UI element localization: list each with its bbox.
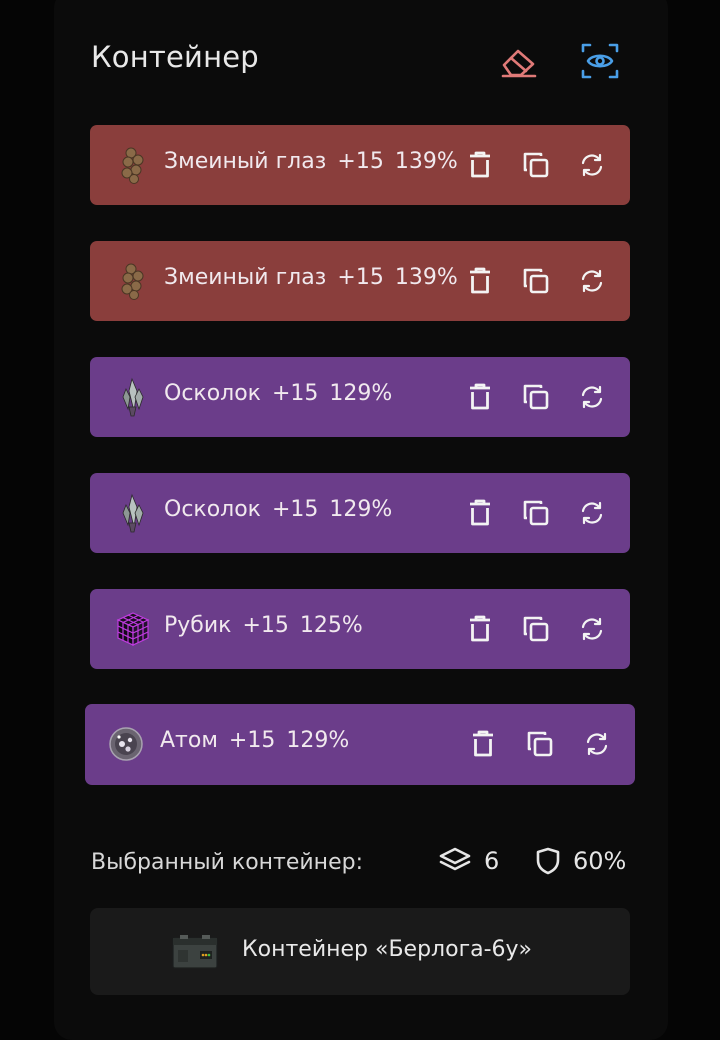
duplicate-button[interactable] xyxy=(518,379,554,415)
item-name: Змеиный глаз xyxy=(164,149,327,174)
atom-icon xyxy=(109,727,143,761)
toggle-visibility-button[interactable] xyxy=(579,40,621,82)
eraser-icon xyxy=(501,49,537,78)
delete-button[interactable] xyxy=(462,611,498,647)
delete-button[interactable] xyxy=(462,263,498,299)
list-item[interactable]: Осколок +15 129% xyxy=(90,473,630,553)
item-percent: 129% xyxy=(286,728,350,753)
list-item[interactable]: Рубик +15 125% xyxy=(90,589,630,669)
copy-icon xyxy=(523,268,549,294)
item-name: Рубик xyxy=(164,613,232,638)
item-level: +15 xyxy=(271,497,319,522)
delete-button[interactable] xyxy=(462,495,498,531)
item-percent: 139% xyxy=(394,265,458,290)
copy-icon xyxy=(527,731,553,757)
container-name: Контейнер «Берлога-6у» xyxy=(242,937,533,962)
cube-icon xyxy=(116,612,150,646)
item-name: Атом xyxy=(160,728,218,753)
shield-icon xyxy=(536,847,560,875)
item-level: +15 xyxy=(337,149,384,174)
list-item[interactable]: Атом +15 129% xyxy=(85,704,635,785)
trash-icon xyxy=(473,730,493,757)
duplicate-button[interactable] xyxy=(522,726,558,762)
list-item[interactable]: Змеиный глаз +15 139% xyxy=(90,241,630,321)
page-title: Контейнер xyxy=(91,40,259,74)
container-box-icon xyxy=(172,935,218,969)
swap-icon xyxy=(581,501,603,525)
snake-eye-icon xyxy=(121,147,144,184)
swap-icon xyxy=(581,617,603,641)
shard-icon xyxy=(122,493,144,533)
replace-button[interactable] xyxy=(574,263,610,299)
item-level: +15 xyxy=(228,728,276,753)
list-item[interactable]: Змеиный глаз +15 139% xyxy=(90,125,630,205)
copy-icon xyxy=(523,616,549,642)
item-level: +15 xyxy=(271,381,319,406)
protection-stat: 60% xyxy=(535,846,626,876)
item-level: +15 xyxy=(242,613,289,638)
clear-button[interactable] xyxy=(498,40,540,82)
item-name: Осколок xyxy=(164,497,261,522)
duplicate-button[interactable] xyxy=(518,611,554,647)
item-percent: 125% xyxy=(299,613,363,638)
replace-button[interactable] xyxy=(574,611,610,647)
list-item[interactable]: Осколок +15 129% xyxy=(90,357,630,437)
shard-icon xyxy=(122,377,144,417)
swap-icon xyxy=(581,385,603,409)
copy-icon xyxy=(523,152,549,178)
copy-icon xyxy=(523,500,549,526)
trash-icon xyxy=(470,151,490,178)
protection-value: 60% xyxy=(573,847,627,875)
replace-button[interactable] xyxy=(574,147,610,183)
duplicate-button[interactable] xyxy=(518,263,554,299)
trash-icon xyxy=(470,383,490,410)
replace-button[interactable] xyxy=(579,726,615,762)
item-percent: 129% xyxy=(329,381,393,406)
trash-icon xyxy=(470,615,490,642)
replace-button[interactable] xyxy=(574,379,610,415)
layers-icon xyxy=(439,847,471,871)
delete-button[interactable] xyxy=(462,147,498,183)
trash-icon xyxy=(470,267,490,294)
copy-icon xyxy=(523,384,549,410)
swap-icon xyxy=(581,269,603,293)
item-percent: 129% xyxy=(329,497,393,522)
swap-icon xyxy=(586,732,608,756)
item-name: Осколок xyxy=(164,381,261,406)
replace-button[interactable] xyxy=(574,495,610,531)
duplicate-button[interactable] xyxy=(518,495,554,531)
trash-icon xyxy=(470,499,490,526)
selected-container-card[interactable]: Контейнер «Берлога-6у» xyxy=(90,908,630,995)
selected-container-label: Выбранный контейнер: xyxy=(91,850,363,875)
item-name: Змеиный глаз xyxy=(164,265,327,290)
snake-eye-icon xyxy=(121,263,144,300)
slots-count: 6 xyxy=(484,847,500,875)
eye-icon xyxy=(581,43,619,79)
slots-stat: 6 xyxy=(438,846,499,876)
duplicate-button[interactable] xyxy=(518,147,554,183)
item-percent: 139% xyxy=(394,149,458,174)
swap-icon xyxy=(581,153,603,177)
item-level: +15 xyxy=(337,265,384,290)
delete-button[interactable] xyxy=(465,726,501,762)
delete-button[interactable] xyxy=(462,379,498,415)
